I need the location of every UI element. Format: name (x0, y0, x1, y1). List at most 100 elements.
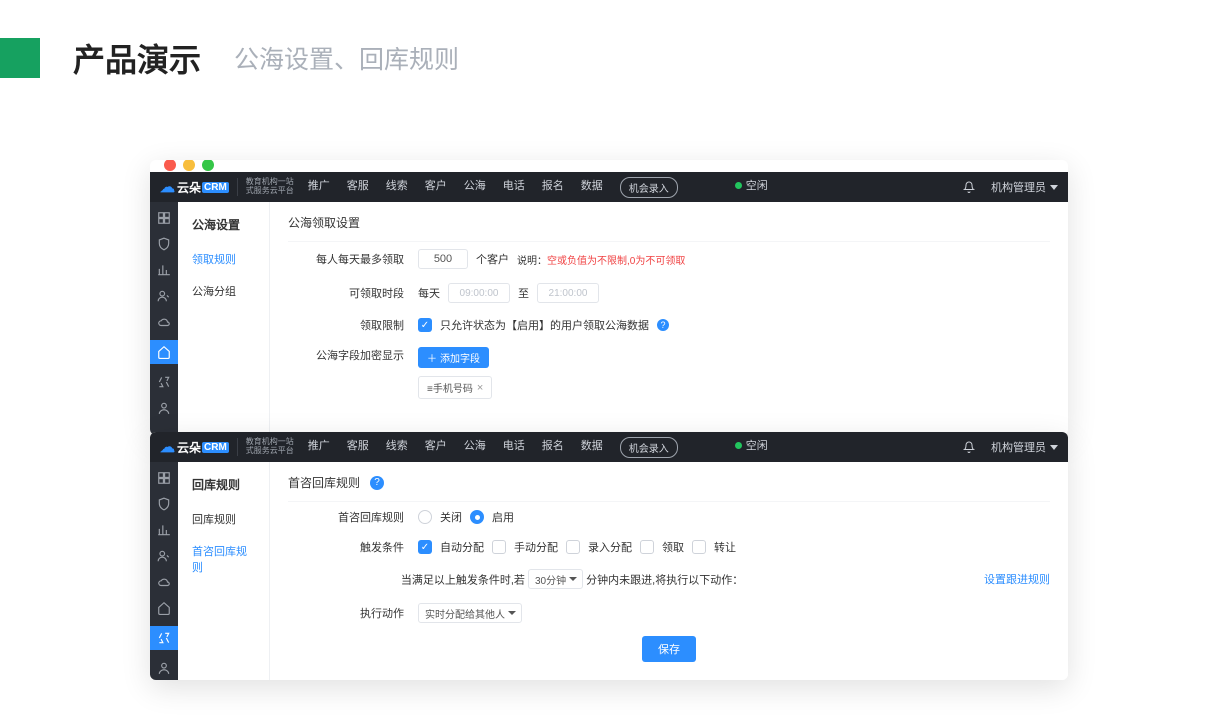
rail-cloud-icon[interactable] (156, 314, 172, 330)
sidebar-item-sea-group[interactable]: 公海分组 (178, 275, 269, 307)
logo-desc-2: 式服务云平台 (246, 187, 294, 196)
bell-icon[interactable] (963, 181, 975, 193)
nav-sea[interactable]: 公海 (464, 437, 486, 458)
opt-auto-assign: 自动分配 (440, 539, 484, 555)
nav-sea[interactable]: 公海 (464, 177, 486, 198)
nav-status-label: 空闲 (746, 180, 768, 192)
rail-home-icon[interactable] (156, 600, 172, 616)
chk-transfer[interactable] (692, 540, 706, 554)
help-icon[interactable]: ? (657, 319, 669, 331)
nav-promo[interactable]: 推广 (308, 177, 330, 198)
sidebar-title: 回库规则 (178, 470, 269, 503)
select-action[interactable]: 实时分配给其他人 (418, 603, 522, 623)
rail-recycle-icon[interactable] (150, 626, 178, 650)
maximize-icon[interactable] (202, 160, 214, 171)
input-max-claim[interactable] (418, 249, 468, 269)
label-trigger: 触发条件 (288, 539, 418, 555)
logo[interactable]: ☁ 云朵CRM 教育机构一站式服务云平台 (160, 178, 294, 196)
nav-leads[interactable]: 线索 (386, 177, 408, 198)
nav-data[interactable]: 数据 (581, 437, 603, 458)
nav-customer[interactable]: 客户 (425, 437, 447, 458)
rail-person-icon[interactable] (156, 660, 172, 676)
nav-opportunity-entry[interactable]: 机会录入 (620, 177, 678, 198)
section-title: 公海领取设置 (288, 210, 1050, 242)
opt-manual-assign: 手动分配 (514, 539, 558, 555)
input-time-from[interactable] (448, 283, 510, 303)
status-dot-icon (735, 442, 742, 449)
text-trigger-condition-post: 分钟内未跟进,将执行以下动作： (586, 575, 743, 587)
nav-phone[interactable]: 电话 (503, 177, 525, 198)
rail-recycle-icon[interactable] (156, 374, 172, 390)
link-set-followup-rule[interactable]: 设置跟进规则 (984, 571, 1050, 587)
nav-leads[interactable]: 线索 (386, 437, 408, 458)
nav-promo[interactable]: 推广 (308, 437, 330, 458)
select-timeout[interactable]: 30分钟 (528, 569, 583, 589)
screenshot-sea-settings: ☁ 云朵CRM 教育机构一站式服务云平台 推广 客服 线索 客户 公海 电话 报… (150, 160, 1068, 435)
chip-label: ≡手机号码 (427, 380, 473, 395)
checkbox-enabled-only[interactable]: ✓ (418, 318, 432, 332)
chk-auto-assign[interactable]: ✓ (418, 540, 432, 554)
nav-signup[interactable]: 报名 (542, 177, 564, 198)
label-daily: 每天 (418, 285, 440, 301)
nav-customer[interactable]: 客户 (425, 177, 447, 198)
sidebar-item-first-consult-return[interactable]: 首咨回库规则 (178, 535, 269, 583)
nav-service[interactable]: 客服 (347, 437, 369, 458)
radio-on[interactable] (470, 510, 484, 524)
logo-crm-badge: CRM (202, 182, 229, 193)
nav-opportunity-entry[interactable]: 机会录入 (620, 437, 678, 458)
rail-shield-icon[interactable] (156, 496, 172, 512)
rail-dashboard-icon[interactable] (156, 470, 172, 486)
opt-claim: 领取 (662, 539, 684, 555)
label-rule-toggle: 首咨回库规则 (288, 509, 418, 525)
slide-title-main: 产品演示 (73, 35, 201, 81)
top-nav: ☁ 云朵CRM 教育机构一站式服务云平台 推广 客服 线索 客户 公海 电话 报… (150, 172, 1068, 202)
nav-signup[interactable]: 报名 (542, 437, 564, 458)
nav-menu: 推广 客服 线索 客户 公海 电话 报名 数据 机会录入 空闲 (308, 437, 768, 458)
user-role-menu[interactable]: 机构管理员 (991, 439, 1058, 455)
top-nav: ☁ 云朵CRM 教育机构一站式服务云平台 推广 客服 线索 客户 公海 电话 报… (150, 432, 1068, 462)
save-button[interactable]: 保存 (642, 636, 696, 662)
nav-service[interactable]: 客服 (347, 177, 369, 198)
user-role-menu[interactable]: 机构管理员 (991, 179, 1058, 195)
nav-status[interactable]: 空闲 (735, 437, 768, 458)
rail-dashboard-icon[interactable] (156, 210, 172, 226)
logo[interactable]: ☁ 云朵CRM 教育机构一站式服务云平台 (160, 438, 294, 456)
section-title: 首咨回库规则 ? (288, 470, 1050, 502)
sidebar-item-claim-rules[interactable]: 领取规则 (178, 243, 269, 275)
rail-cloud-icon[interactable] (156, 574, 172, 590)
rail-shield-icon[interactable] (156, 236, 172, 252)
label-off: 关闭 (440, 509, 462, 525)
minimize-icon[interactable] (183, 160, 195, 171)
rail-user-icon[interactable] (156, 288, 172, 304)
rail-user-icon[interactable] (156, 548, 172, 564)
chk-manual-assign[interactable] (492, 540, 506, 554)
text-trigger-condition-pre: 当满足以上触发条件时,若 (401, 575, 525, 587)
add-field-label: 添加字段 (440, 350, 480, 365)
chk-claim[interactable] (640, 540, 654, 554)
logo-desc-2: 式服务云平台 (246, 447, 294, 456)
opt-transfer: 转让 (714, 539, 736, 555)
slide-header: 产品演示 公海设置、回库规则 (0, 0, 1210, 81)
rail-home-icon[interactable] (150, 340, 178, 364)
chip-remove-icon[interactable]: × (477, 382, 483, 394)
sidebar-item-return-rules[interactable]: 回库规则 (178, 503, 269, 535)
screenshot-return-rules: ☁ 云朵CRM 教育机构一站式服务云平台 推广 客服 线索 客户 公海 电话 报… (150, 432, 1068, 680)
rail-chart-icon[interactable] (156, 262, 172, 278)
nav-menu: 推广 客服 线索 客户 公海 电话 报名 数据 机会录入 空闲 (308, 177, 768, 198)
rail-chart-icon[interactable] (156, 522, 172, 538)
close-icon[interactable] (164, 160, 176, 171)
input-time-to[interactable] (537, 283, 599, 303)
chk-entry-assign[interactable] (566, 540, 580, 554)
icon-rail (150, 202, 178, 435)
bell-icon[interactable] (963, 441, 975, 453)
nav-status[interactable]: 空闲 (735, 177, 768, 198)
nav-entry-label: 机会录入 (629, 440, 669, 455)
select-timeout-value: 30分钟 (535, 572, 566, 587)
radio-off[interactable] (418, 510, 432, 524)
nav-data[interactable]: 数据 (581, 177, 603, 198)
rail-person-icon[interactable] (156, 400, 172, 416)
chevron-down-icon (1050, 445, 1058, 450)
add-field-button[interactable]: ＋添加字段 (418, 347, 489, 368)
help-icon[interactable]: ? (370, 476, 384, 490)
nav-phone[interactable]: 电话 (503, 437, 525, 458)
